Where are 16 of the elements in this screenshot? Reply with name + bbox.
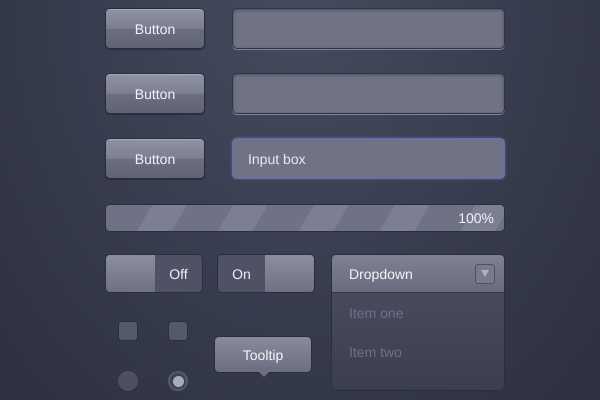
button[interactable]: Button bbox=[105, 73, 205, 114]
radio-button[interactable] bbox=[118, 371, 138, 391]
checkbox[interactable] bbox=[168, 321, 188, 341]
toggle-switch[interactable]: Off bbox=[105, 254, 203, 293]
dropdown[interactable]: Dropdown bbox=[332, 255, 504, 293]
input-field[interactable] bbox=[232, 8, 505, 49]
input-field[interactable]: Input box bbox=[232, 138, 505, 179]
checkbox[interactable] bbox=[118, 321, 138, 341]
radio-button[interactable] bbox=[168, 371, 188, 391]
input-field[interactable] bbox=[232, 73, 505, 114]
progress-reading: 100% bbox=[458, 210, 495, 226]
toggle-label: Off bbox=[168, 266, 189, 282]
button[interactable]: Button bbox=[105, 138, 205, 179]
toggle-label: On bbox=[231, 266, 252, 282]
button[interactable]: Button bbox=[105, 8, 205, 49]
toggle-switch[interactable]: On bbox=[217, 254, 315, 293]
